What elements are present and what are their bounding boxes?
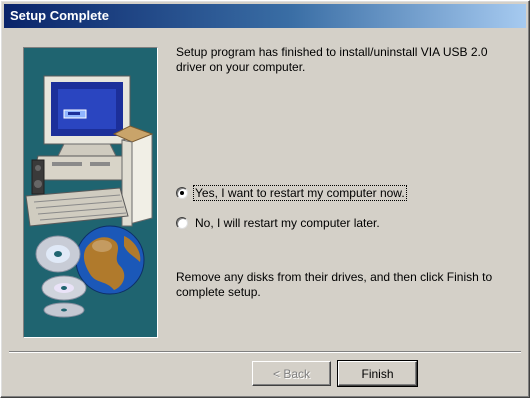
back-button[interactable]: < Back bbox=[252, 361, 331, 386]
restart-now-label[interactable]: Yes, I want to restart my computer now. bbox=[193, 185, 407, 201]
intro-text: Setup program has finished to install/un… bbox=[176, 45, 488, 74]
setup-dialog: Setup Complete Setup program has finishe… bbox=[0, 0, 530, 398]
computer-and-disc-icon bbox=[25, 75, 154, 318]
divider bbox=[9, 351, 521, 353]
radio-button-selected[interactable] bbox=[176, 187, 188, 199]
restart-later-label[interactable]: No, I will restart my computer later. bbox=[194, 216, 381, 230]
setup-illustration bbox=[23, 47, 158, 338]
restart-now-option[interactable]: Yes, I want to restart my computer now. bbox=[176, 184, 407, 202]
window-title: Setup Complete bbox=[10, 8, 109, 23]
restart-later-option[interactable]: No, I will restart my computer later. bbox=[176, 214, 381, 232]
radio-dot bbox=[180, 191, 184, 195]
outro-text: Remove any disks from their drives, and … bbox=[176, 270, 493, 299]
title-bar[interactable]: Setup Complete bbox=[4, 4, 526, 28]
finish-button[interactable]: Finish bbox=[337, 360, 418, 387]
radio-button[interactable] bbox=[176, 217, 188, 229]
